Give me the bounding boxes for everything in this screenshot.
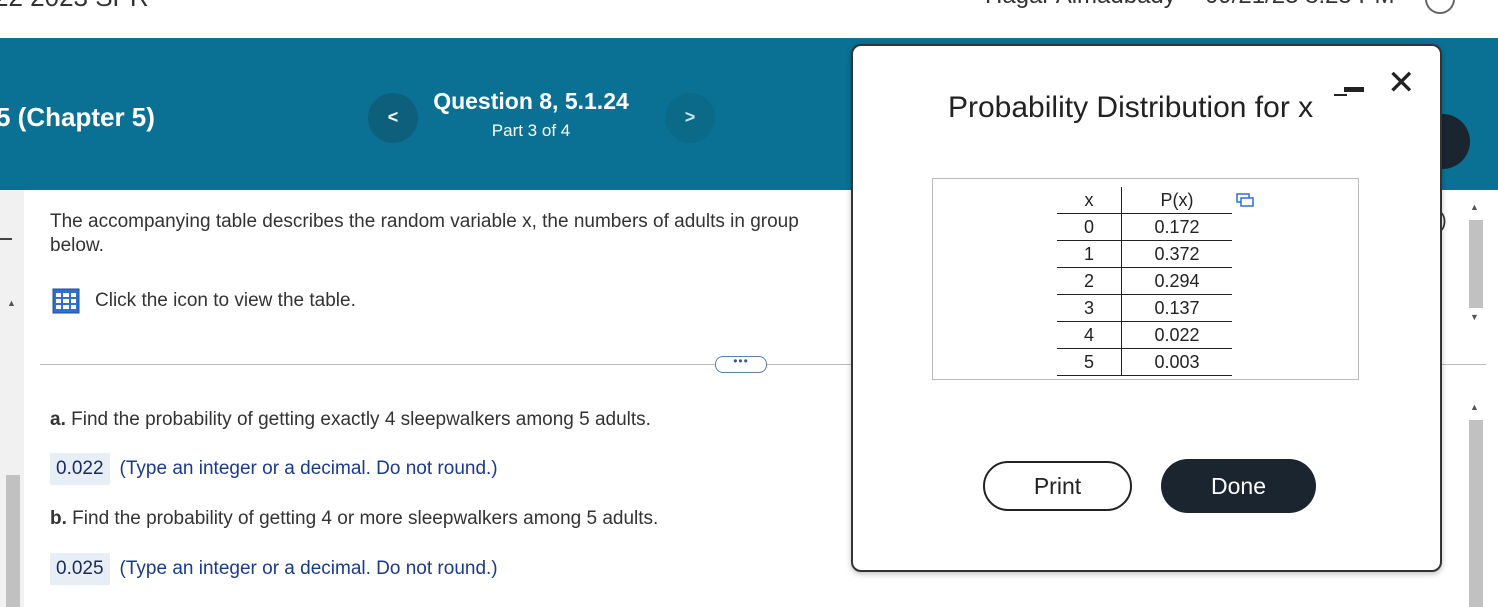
x-cell: 3 bbox=[1057, 294, 1122, 322]
distribution-table-frame: x P(x) 0 0.172 1 0.372 2 0.294 3 0.137 4 0.02… bbox=[932, 178, 1359, 380]
question-prompt: The accompanying table describes the ran… bbox=[50, 210, 850, 258]
scroll-up-arrow-icon[interactable]: ▲ bbox=[1470, 402, 1479, 412]
x-bar-mark bbox=[1334, 94, 1347, 96]
prompt-text: The accompanying table describes the ran… bbox=[50, 211, 799, 232]
table-row: 5 0.003 bbox=[1057, 348, 1232, 376]
x-cell: 5 bbox=[1057, 348, 1122, 376]
scroll-up-arrow-icon[interactable]: ▲ bbox=[7, 298, 16, 308]
x-cell: 4 bbox=[1057, 321, 1122, 349]
next-question-button[interactable]: > bbox=[665, 93, 715, 143]
view-table-link[interactable]: Click the icon to view the table. bbox=[52, 288, 356, 314]
distribution-table: x P(x) 0 0.172 1 0.372 2 0.294 3 0.137 4 0.02… bbox=[1057, 187, 1232, 376]
p-cell: 0.003 bbox=[1121, 348, 1232, 376]
dialog-title: Probability Distribution for x bbox=[948, 91, 1314, 124]
copy-table-icon[interactable] bbox=[1236, 193, 1254, 207]
part-a-letter: a. bbox=[50, 409, 66, 430]
p-cell: 0.137 bbox=[1121, 294, 1232, 322]
right-scroll-thumb-bottom[interactable] bbox=[1469, 420, 1483, 607]
table-row: 3 0.137 bbox=[1057, 294, 1232, 322]
help-icon[interactable] bbox=[1425, 0, 1455, 14]
probability-distribution-dialog: Probability Distribution for x ✕ x P(x) … bbox=[851, 44, 1442, 572]
part-a-answer-row: 0.022 (Type an integer or a decimal. Do … bbox=[50, 453, 498, 485]
part-b-question: b. Find the probability of getting 4 or … bbox=[50, 508, 658, 530]
part-a-text: Find the probability of getting exactly … bbox=[65, 409, 651, 430]
right-scrollbar[interactable]: ▲ ▼ ▲ bbox=[1466, 190, 1486, 607]
scroll-down-arrow-icon[interactable]: ▼ bbox=[1470, 312, 1479, 322]
p-cell: 0.022 bbox=[1121, 321, 1232, 349]
table-grid-icon[interactable] bbox=[52, 288, 80, 314]
divider-dash bbox=[0, 238, 12, 240]
question-part: Part 3 of 4 bbox=[491, 121, 571, 140]
user-name-fragment: Hagar Almadbady bbox=[985, 0, 1176, 10]
left-scrollbar[interactable]: ▲ bbox=[0, 190, 24, 607]
x-cell: 0 bbox=[1057, 213, 1122, 241]
part-a-question: a. Find the probability of getting exact… bbox=[50, 409, 651, 431]
table-row: 1 0.372 bbox=[1057, 240, 1232, 268]
scroll-up-arrow-icon[interactable]: ▲ bbox=[1470, 202, 1479, 212]
part-b-answer-field[interactable]: 0.025 bbox=[50, 553, 110, 585]
top-strip: 22 2023 SPR Hagar Almadbady 09/21/23 8:2… bbox=[0, 0, 1498, 38]
date-fragment: 09/21/23 8:25 PM bbox=[1205, 0, 1394, 10]
part-b-answer-row: 0.025 (Type an integer or a decimal. Do … bbox=[50, 553, 498, 585]
right-scroll-thumb-top[interactable] bbox=[1469, 220, 1483, 308]
close-icon[interactable]: ✕ bbox=[1387, 66, 1416, 100]
prompt-text-cont: below. bbox=[50, 235, 104, 256]
table-row: 0 0.172 bbox=[1057, 213, 1232, 241]
part-b-letter: b. bbox=[50, 508, 67, 529]
x-cell: 2 bbox=[1057, 267, 1122, 295]
p-cell: 0.172 bbox=[1121, 213, 1232, 241]
done-button[interactable]: Done bbox=[1161, 459, 1316, 513]
chapter-title: 5 (Chapter 5) bbox=[0, 102, 155, 132]
minimize-icon[interactable] bbox=[1344, 87, 1364, 92]
table-link-text[interactable]: Click the icon to view the table. bbox=[95, 290, 356, 312]
expand-more-button[interactable]: ••• bbox=[715, 355, 767, 373]
left-scroll-thumb[interactable] bbox=[6, 475, 20, 607]
p-cell: 0.372 bbox=[1121, 240, 1232, 268]
column-header-px: P(x) bbox=[1121, 187, 1232, 214]
question-title: Question 8, 5.1.24 bbox=[433, 88, 629, 114]
part-a-hint: (Type an integer or a decimal. Do not ro… bbox=[119, 458, 498, 479]
part-a-answer-field[interactable]: 0.022 bbox=[50, 453, 110, 485]
table-header-row: x P(x) bbox=[1057, 187, 1232, 214]
part-b-hint: (Type an integer or a decimal. Do not ro… bbox=[119, 558, 498, 579]
p-cell: 0.294 bbox=[1121, 267, 1232, 295]
course-title-fragment: 22 2023 SPR bbox=[0, 0, 149, 13]
column-header-x: x bbox=[1057, 187, 1122, 214]
part-b-text: Find the probability of getting 4 or mor… bbox=[66, 508, 659, 529]
table-row: 4 0.022 bbox=[1057, 321, 1232, 349]
print-button[interactable]: Print bbox=[983, 461, 1132, 511]
x-cell: 1 bbox=[1057, 240, 1122, 268]
previous-question-button[interactable]: < bbox=[368, 93, 418, 143]
table-row: 2 0.294 bbox=[1057, 267, 1232, 295]
